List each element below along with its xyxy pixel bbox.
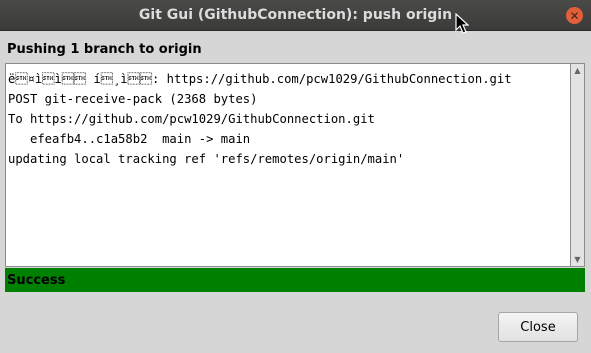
status-bar: Success [5,268,585,292]
log-line: POST git-receive-pack (2368 bytes) [8,92,258,106]
log-scrollbar[interactable]: ▲ ▼ [571,63,585,267]
close-button[interactable]: Close [498,312,578,342]
scroll-down-arrow-icon[interactable]: ▼ [572,254,583,265]
window-titlebar: Git Gui (GithubConnection): push origin … [0,0,591,31]
log-line: ë¤ìì í¸ì: https://github.com/pcw1… [8,72,512,86]
close-icon: ✕ [569,8,580,23]
log-line: efeafb4..c1a58b2 main -> main [8,132,251,146]
mouse-cursor-icon [455,12,470,39]
push-log-output[interactable]: ë¤ìì í¸ì: https://github.com/pcw1… [5,63,571,267]
window-close-button[interactable]: ✕ [566,7,583,24]
scroll-up-arrow-icon[interactable]: ▲ [572,65,583,76]
window-title: Git Gui (GithubConnection): push origin [138,7,453,23]
log-line: updating local tracking ref 'refs/remote… [8,152,405,166]
log-line: To https://github.com/pcw1029/GithubConn… [8,112,375,126]
dialog-heading: Pushing 1 branch to origin [7,42,202,57]
